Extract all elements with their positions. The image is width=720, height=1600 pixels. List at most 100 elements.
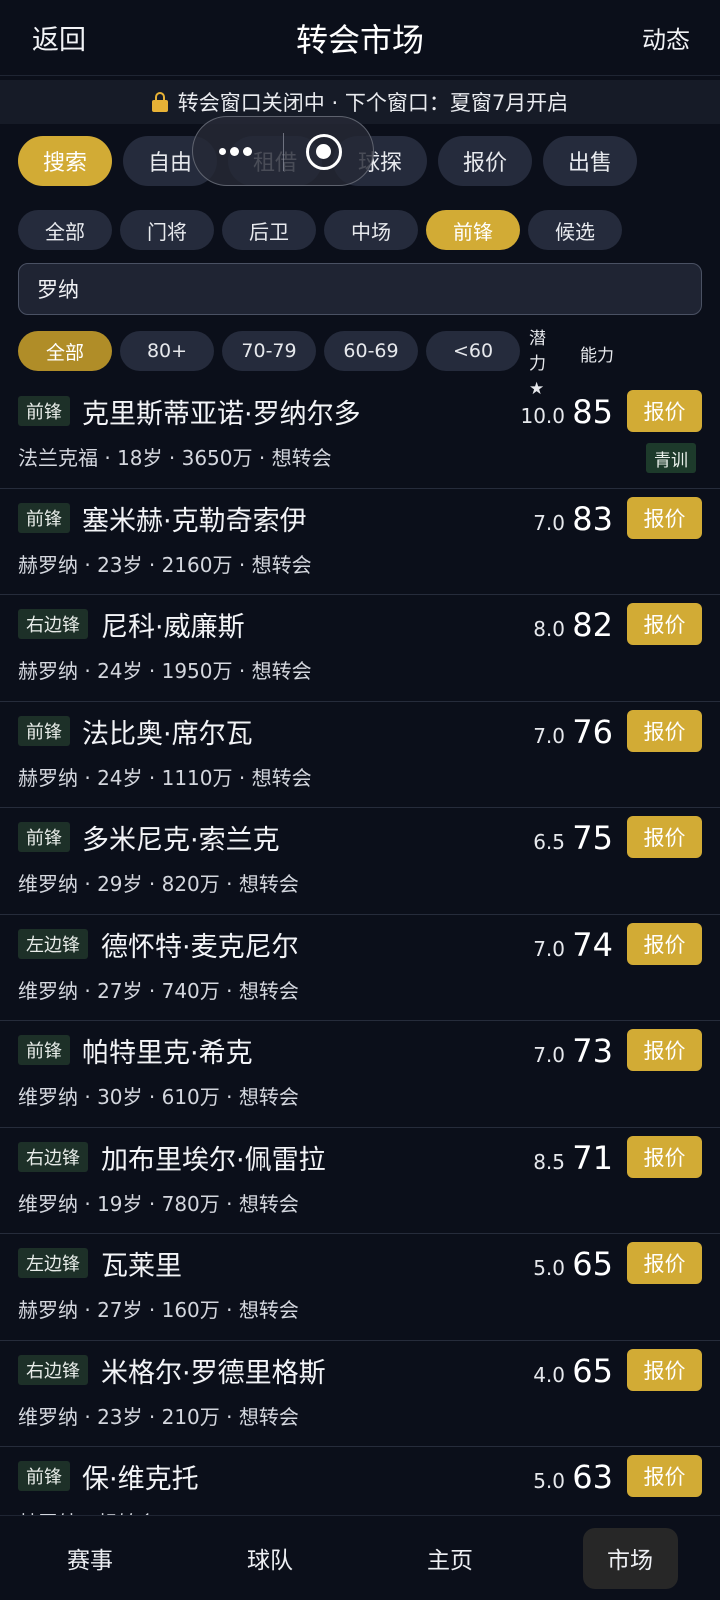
offer-button[interactable]: 报价 (627, 1135, 702, 1178)
player-status: 想转会 (238, 1298, 299, 1322)
meta-separator: · (162, 446, 182, 470)
player-name: 塞米赫·克勒奇索伊 (82, 505, 307, 537)
player-name: 加布里埃尔·佩雷拉 (101, 1144, 326, 1176)
player-row[interactable]: 前锋 塞米赫·克勒奇索伊 赫罗纳 · 23岁 · 2160万 · 想转会 7.0 83 报… (0, 489, 720, 595)
rating-60-69[interactable]: 60-69 (324, 331, 418, 371)
player-club: 赫罗纳 (18, 552, 78, 577)
player-meta: 维罗纳 · 19岁 · 780万 · 想转会 (18, 1188, 299, 1217)
search-input[interactable]: 罗纳 (18, 263, 702, 315)
position-all[interactable]: 全部 (18, 210, 112, 250)
player-name: 尼科·威廉斯 (101, 612, 245, 643)
nav-home[interactable]: 主页 (403, 1528, 498, 1589)
player-name: 帕特里克·希克 (82, 1038, 253, 1069)
player-age: 18岁 (117, 446, 163, 470)
player-age: 24岁 (97, 659, 143, 683)
player-ability: 63 (572, 1458, 613, 1496)
position-midfielder[interactable]: 中场 (324, 210, 418, 250)
player-status: 想转会 (238, 1191, 299, 1216)
meta-separator: · (219, 1191, 239, 1216)
player-status: 想转会 (238, 978, 299, 1003)
tab-offers[interactable]: 报价 (438, 136, 532, 186)
player-ability: 85 (572, 393, 613, 431)
nav-market[interactable]: 市场 (582, 1527, 678, 1589)
capsule-divider (283, 133, 284, 171)
meta-separator: · (219, 1404, 239, 1429)
offer-button[interactable]: 报价 (627, 603, 702, 645)
player-status: 想转会 (238, 1404, 299, 1429)
offer-button[interactable]: 报价 (627, 496, 702, 539)
player-club: 法兰克福 (18, 446, 98, 470)
position-badge: 前锋 (18, 1461, 70, 1491)
nav-team[interactable]: 球队 (223, 1528, 318, 1589)
meta-separator: · (78, 1404, 98, 1429)
position-defender[interactable]: 后卫 (222, 210, 316, 250)
rating-below-60[interactable]: <60 (426, 331, 520, 371)
offer-button[interactable]: 报价 (627, 816, 702, 858)
player-club: 维罗纳 (18, 1191, 78, 1216)
tab-sell[interactable]: 出售 (543, 136, 637, 186)
player-row[interactable]: 前锋保·维克托赫罗纳 · 想转会 5.0 63 报价 (0, 1447, 720, 1515)
offer-button[interactable]: 报价 (627, 709, 702, 752)
position-goalkeeper[interactable]: 门将 (120, 210, 214, 250)
position-badge: 左边锋 (18, 1248, 88, 1278)
player-value: 610万 (161, 1085, 220, 1109)
position-forward[interactable]: 前锋 (426, 210, 520, 250)
player-meta: 法兰克福 · 18岁 · 3650万 · 想转会 (18, 442, 332, 471)
player-age: 23岁 (97, 1404, 143, 1429)
nav-matches[interactable]: 赛事 (43, 1528, 138, 1589)
player-row[interactable]: 前锋 法比奥·席尔瓦 赫罗纳 · 24岁 · 1110万 · 想转会 7.0 76 报价 (0, 702, 720, 808)
top-bar: 返回 转会市场 动态 (0, 0, 720, 76)
player-meta: 赫罗纳 · 24岁 · 1950万 · 想转会 (18, 655, 312, 684)
offer-button[interactable]: 报价 (627, 390, 702, 432)
player-status: 想转会 (251, 765, 312, 790)
player-name: 瓦莱里 (101, 1251, 182, 1282)
player-row[interactable]: 前锋 帕特里克·希克 维罗纳 · 30岁 · 610万 · 想转会 7.0 73 报价 (0, 1021, 720, 1128)
back-button[interactable]: 返回 (32, 18, 86, 57)
news-button[interactable]: 动态 (642, 20, 690, 55)
more-icon[interactable] (219, 147, 252, 156)
player-ability: 83 (572, 499, 613, 538)
player-row[interactable]: 前锋 多米尼克·索兰克 维罗纳 · 29岁 · 820万 · 想转会 6.5 75 报价 (0, 808, 720, 915)
player-value: 3650万 (181, 446, 253, 470)
player-row[interactable]: 左边锋 德怀特·麦克尼尔 维罗纳 · 27岁 · 740万 · 想转会 7.0 74 报价 (0, 915, 720, 1021)
position-badge: 前锋 (18, 715, 70, 746)
rating-70-79[interactable]: 70-79 (222, 331, 316, 371)
player-ability: 82 (572, 606, 613, 644)
position-badge: 右边锋 (18, 609, 88, 639)
close-target-icon[interactable] (306, 134, 342, 170)
offer-button[interactable]: 报价 (627, 1348, 702, 1391)
meta-separator: · (78, 765, 98, 790)
player-potential: 6.5 (533, 830, 565, 854)
position-badge: 前锋 (18, 502, 70, 533)
player-potential: 7.0 (533, 936, 565, 961)
player-row[interactable]: 右边锋 米格尔·罗德里格斯 维罗纳 · 23岁 · 210万 · 想转会 4.0 65 报… (0, 1341, 720, 1447)
player-value: 160万 (161, 1298, 220, 1322)
player-row[interactable]: 前锋 克里斯蒂亚诺·罗纳尔多 法兰克福 · 18岁 · 3650万 · 想转会 10.… (0, 382, 720, 489)
offer-button[interactable]: 报价 (627, 1455, 702, 1497)
ability-column-header[interactable]: 能力 (580, 341, 614, 366)
offer-button[interactable]: 报价 (627, 922, 702, 965)
tab-search[interactable]: 搜索 (18, 136, 112, 186)
player-meta: 维罗纳 · 30岁 · 610万 · 想转会 (18, 1081, 299, 1110)
player-status: 想转会 (238, 1085, 299, 1109)
rating-80-plus[interactable]: 80+ (120, 331, 214, 371)
meta-separator: · (98, 446, 118, 470)
player-row[interactable]: 右边锋 尼科·威廉斯 赫罗纳 · 24岁 · 1950万 · 想转会 8.0 82 报价 (0, 595, 720, 702)
player-row[interactable]: 右边锋 加布里埃尔·佩雷拉 维罗纳 · 19岁 · 780万 · 想转会 8.5 71 报… (0, 1128, 720, 1234)
meta-separator: · (142, 552, 162, 577)
position-shortlist[interactable]: 候选 (528, 210, 622, 250)
rating-filter: 全部 80+ 70-79 60-69 <60 (18, 331, 520, 371)
lock-icon (151, 92, 168, 112)
player-potential: 7.0 (533, 723, 565, 748)
offer-button[interactable]: 报价 (627, 1029, 702, 1071)
offer-button[interactable]: 报价 (627, 1242, 702, 1284)
player-ability: 76 (572, 712, 613, 751)
player-list: 前锋 克里斯蒂亚诺·罗纳尔多 法兰克福 · 18岁 · 3650万 · 想转会 10.… (0, 382, 720, 1515)
player-meta: 维罗纳 · 23岁 · 210万 · 想转会 (18, 1401, 299, 1430)
rating-all[interactable]: 全部 (18, 331, 112, 371)
meta-separator: · (232, 659, 252, 683)
player-row[interactable]: 左边锋 瓦莱里 赫罗纳 · 27岁 · 160万 · 想转会 5.0 65 报价 (0, 1234, 720, 1341)
player-potential: 5.0 (533, 1469, 565, 1493)
player-ability: 75 (572, 819, 613, 857)
meta-separator: · (232, 765, 252, 790)
